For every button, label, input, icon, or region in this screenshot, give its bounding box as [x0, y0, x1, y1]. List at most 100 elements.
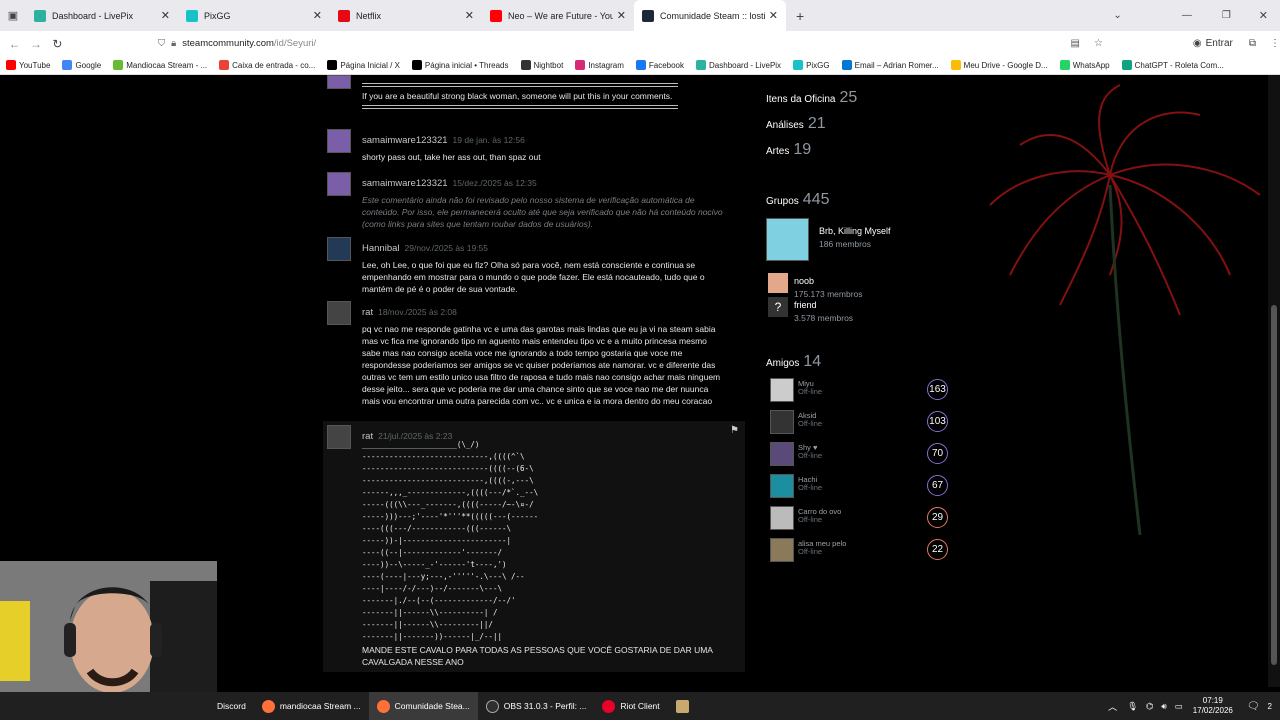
- bookmark-google[interactable]: Google: [62, 60, 101, 70]
- close-icon[interactable]: ✕: [465, 9, 474, 22]
- bookmark-label: Meu Drive - Google D...: [963, 60, 1048, 70]
- notification-icon[interactable]: 🗨︎: [1247, 701, 1260, 712]
- comment-author[interactable]: samaimware123321: [362, 135, 448, 146]
- signin-button[interactable]: Entrar: [1206, 38, 1233, 49]
- gmail-icon: [219, 60, 230, 70]
- taskbar-riot[interactable]: Riot Client: [594, 692, 667, 720]
- riot-icon: [602, 699, 616, 713]
- tab-favicon: [338, 9, 350, 22]
- question-icon[interactable]: ?: [768, 297, 788, 317]
- stat-workshop[interactable]: Itens da Oficina 25: [766, 89, 857, 107]
- stat-reviews[interactable]: Análises 21: [766, 115, 826, 133]
- mic-icon[interactable]: 🎙︎: [1127, 701, 1138, 712]
- close-icon[interactable]: ✕: [617, 9, 626, 22]
- maximize-icon[interactable]: ❐: [1222, 10, 1231, 21]
- tab-4[interactable]: Comunidade Steam :: lostinsuffi ✕: [634, 0, 786, 31]
- bookmark-x[interactable]: Página Inicial / X: [327, 60, 400, 70]
- firefox-icon: [376, 699, 390, 713]
- groups-heading[interactable]: Grupos 445: [766, 191, 830, 209]
- comment-body: Este comentário ainda não foi revisado p…: [362, 195, 723, 229]
- close-icon[interactable]: ✕: [769, 9, 778, 22]
- bookmark-whatsapp[interactable]: WhatsApp: [1059, 60, 1110, 70]
- bookmark-email[interactable]: Email – Adrian Romer...: [841, 60, 939, 70]
- group-item[interactable]: noob 175.173 membros: [794, 276, 863, 299]
- friend-item[interactable]: Hachi Off-line 67: [770, 474, 948, 500]
- tab-1[interactable]: PixGG ✕: [178, 0, 330, 31]
- friends-heading[interactable]: Amigos 14: [766, 353, 821, 371]
- friend-item[interactable]: Aksid Off-line 103: [770, 410, 948, 436]
- tab-2[interactable]: Netflix ✕: [330, 0, 482, 31]
- comment-author[interactable]: rat: [362, 307, 373, 318]
- bookmark-mandiocaa[interactable]: Mandiocaa Stream - ...: [113, 60, 207, 70]
- scrollbar-thumb[interactable]: [1271, 305, 1277, 665]
- avatar[interactable]: [327, 425, 351, 449]
- bookmark-label: ChatGPT - Roleta Com...: [1134, 60, 1224, 70]
- tab-3[interactable]: Neo – We are Future - YouT ✕: [482, 0, 634, 31]
- close-window-icon[interactable]: ✕: [1259, 9, 1268, 22]
- avatar[interactable]: [327, 129, 351, 153]
- bookmark-nightbot[interactable]: Nightbot: [520, 60, 563, 70]
- tab-favicon: [186, 9, 198, 22]
- bookmark-pixgg[interactable]: PixGG: [793, 60, 830, 70]
- bookmark-livepix[interactable]: Dashboard - LivePix: [696, 60, 781, 70]
- avatar[interactable]: [327, 301, 351, 325]
- comment-author[interactable]: Hannibal: [362, 243, 400, 254]
- pixgg-icon: [793, 60, 804, 70]
- account-icon[interactable]: ◉: [1193, 38, 1202, 49]
- bookmark-facebook[interactable]: Facebook: [635, 60, 684, 70]
- bookmark-gmail[interactable]: Caixa de entrada - co...: [219, 60, 315, 70]
- tab-list-icon[interactable]: ▣: [0, 9, 26, 22]
- taskbar: Discord mandiocaa Stream ... Comunidade …: [0, 692, 1280, 720]
- close-icon[interactable]: ✕: [161, 9, 170, 22]
- comment-author[interactable]: samaimware123321: [362, 178, 448, 189]
- group-avatar[interactable]: [766, 218, 809, 261]
- group-item[interactable]: friend 3.578 membros: [794, 300, 853, 323]
- taskbar-league[interactable]: [668, 692, 702, 720]
- bookmark-youtube[interactable]: YouTube: [6, 60, 50, 70]
- bookmark-instagram[interactable]: Instagram: [575, 60, 624, 70]
- stat-label: Itens da Oficina: [766, 94, 836, 105]
- reader-icon[interactable]: ▤: [1070, 38, 1079, 49]
- friend-item[interactable]: alisa meu pelo Off-line 22: [770, 538, 948, 564]
- taskbar-obs[interactable]: OBS 31.0.3 - Perfil: ...: [478, 692, 595, 720]
- new-tab-icon[interactable]: +: [796, 8, 804, 24]
- stat-artwork[interactable]: Artes 19: [766, 141, 811, 159]
- bookmark-drive[interactable]: Meu Drive - Google D...: [950, 60, 1048, 70]
- stat-value: 25: [839, 89, 858, 106]
- bookmarks-bar: YouTube Google Mandiocaa Stream - ... Ca…: [0, 56, 1280, 75]
- battery-icon[interactable]: ▭: [1175, 701, 1183, 712]
- bookmark-threads[interactable]: Página inicial • Threads: [411, 60, 509, 70]
- close-icon[interactable]: ✕: [313, 9, 322, 22]
- tray-chevron-icon[interactable]: ︿: [1108, 700, 1117, 713]
- tab-label: PixGG: [204, 10, 231, 21]
- bookmark-star-icon[interactable]: ☆: [1094, 38, 1103, 49]
- friend-item[interactable]: Shy ♥ Off-line 70: [770, 442, 948, 468]
- flag-icon[interactable]: ⚑: [730, 425, 739, 436]
- friend-item[interactable]: Miyu Off-line 163: [770, 378, 948, 404]
- friend-item[interactable]: Carro do ovo Off-line 29: [770, 506, 948, 532]
- avatar[interactable]: [327, 237, 351, 261]
- scrollbar[interactable]: [1268, 75, 1280, 687]
- taskbar-firefox-stream[interactable]: mandiocaa Stream ...: [254, 692, 369, 720]
- tab-0[interactable]: Dashboard - LivePix ✕: [26, 0, 178, 31]
- network-icon[interactable]: ⌬: [1146, 701, 1153, 712]
- forward-icon[interactable]: →: [25, 37, 46, 51]
- level-badge: 163: [927, 379, 948, 400]
- minimize-icon[interactable]: —: [1182, 10, 1192, 21]
- group-item[interactable]: Brb, Killing Myself 186 membros: [819, 226, 891, 249]
- avatar[interactable]: [327, 172, 351, 196]
- taskbar-firefox-steam[interactable]: Comunidade Stea...: [368, 692, 478, 720]
- avatar[interactable]: [327, 75, 351, 89]
- reload-icon[interactable]: ↻: [47, 37, 68, 51]
- taskbar-discord[interactable]: Discord: [217, 692, 254, 720]
- chevron-down-icon[interactable]: ⌄: [1113, 10, 1121, 21]
- clock[interactable]: 07:19 17/02/2026: [1193, 696, 1233, 716]
- volume-icon[interactable]: 🔊︎: [1161, 701, 1166, 712]
- group-avatar[interactable]: [768, 273, 788, 293]
- menu-icon[interactable]: ⋮: [1270, 38, 1280, 49]
- back-icon[interactable]: ←: [4, 37, 25, 51]
- extensions-icon[interactable]: ⧉: [1249, 38, 1256, 49]
- bookmark-chatgpt[interactable]: ChatGPT - Roleta Com...: [1121, 60, 1224, 70]
- address-bar[interactable]: ⛉ 🔒︎ steamcommunity.com/id/Seyuri/: [158, 35, 1050, 53]
- shield-icon: ⛉: [158, 38, 166, 49]
